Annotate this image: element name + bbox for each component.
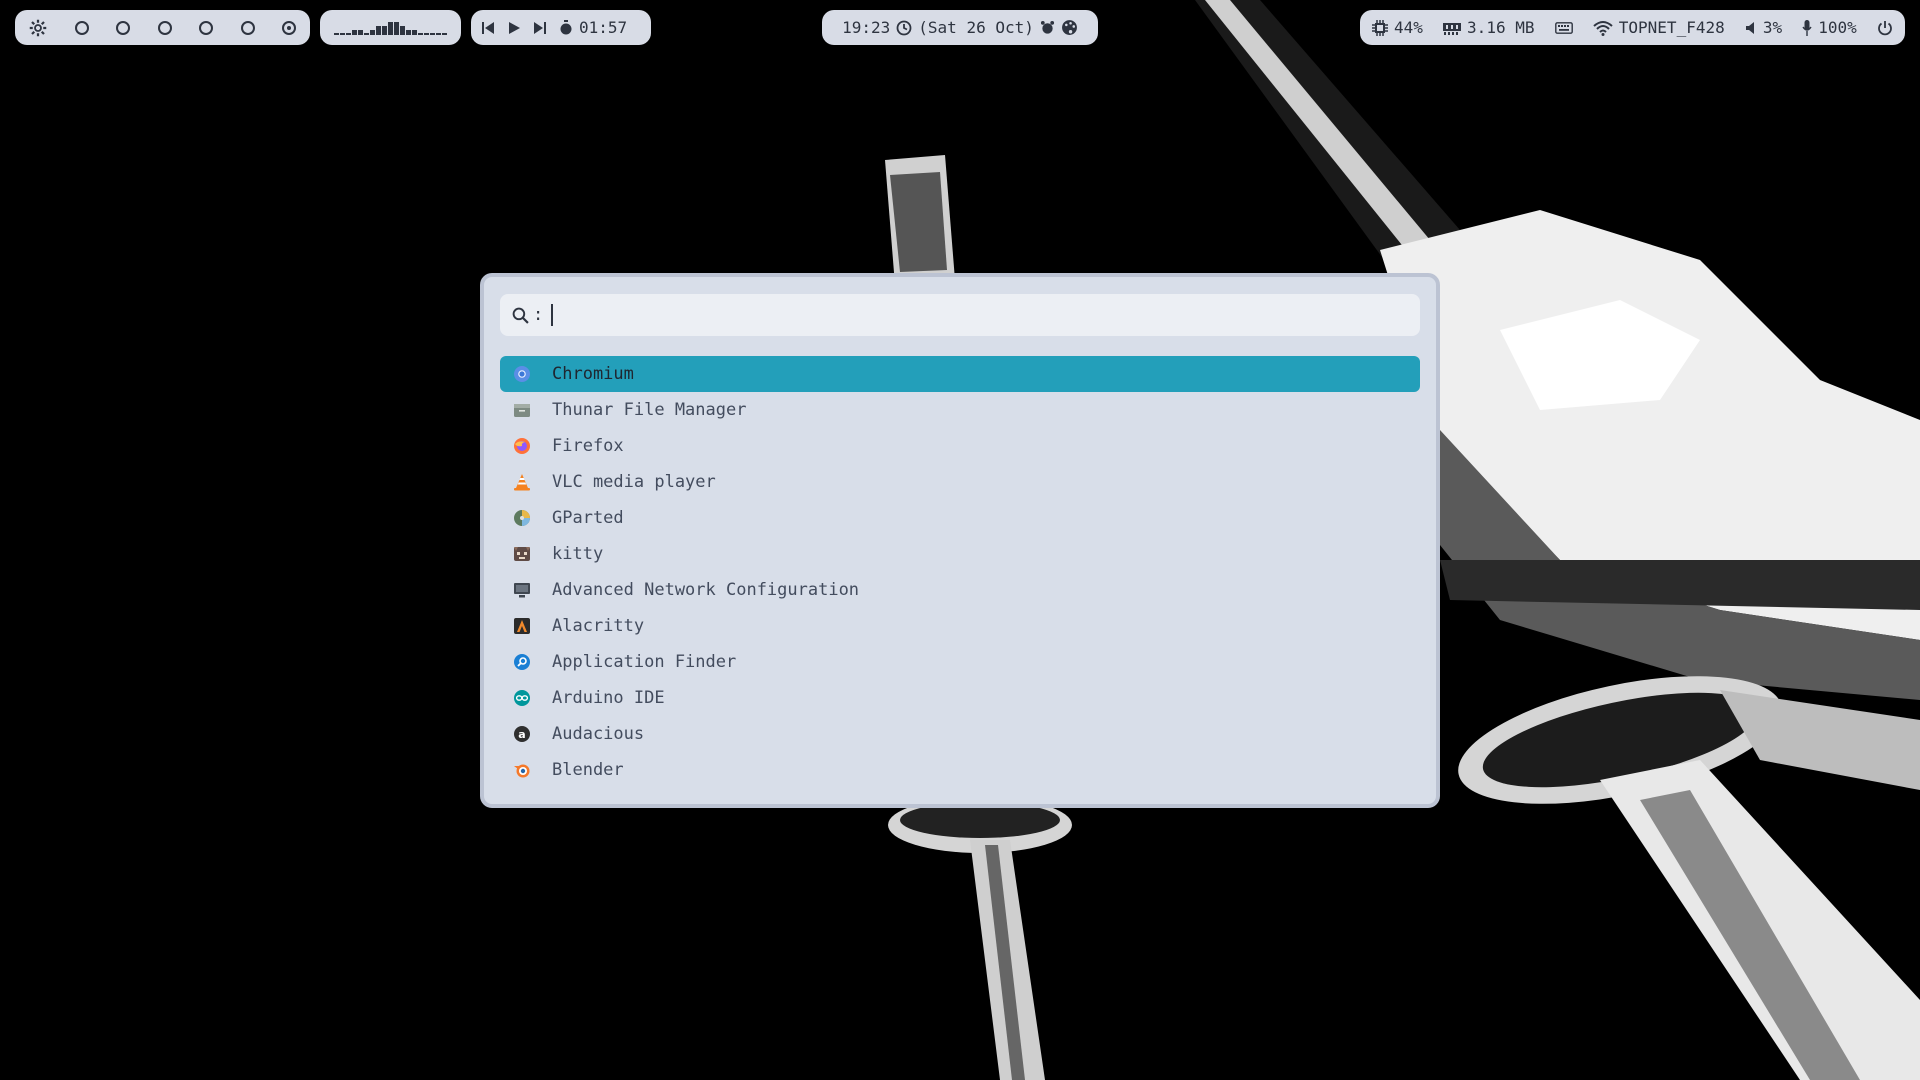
settings-gear-icon[interactable]	[29, 19, 47, 37]
gparted-icon	[512, 508, 532, 528]
desktop: 01:57 19:23 (Sat 26 Oct) 44% 3.16 MB TOP…	[0, 0, 1920, 1080]
mic-value: 100%	[1818, 18, 1857, 37]
workspace-5-button[interactable]	[240, 20, 255, 35]
memory-usage[interactable]: 3.16 MB	[1443, 18, 1534, 37]
search-icon	[512, 307, 529, 324]
app-item-gparted[interactable]: GParted	[500, 500, 1420, 536]
mic-status[interactable]: 100%	[1802, 18, 1857, 37]
app-item-firefox[interactable]: Firefox	[500, 428, 1420, 464]
alarm-clock-icon[interactable]	[1040, 20, 1055, 35]
audio-visualizer	[320, 10, 461, 45]
microphone-icon	[1802, 19, 1812, 36]
timer-value: 01:57	[579, 18, 628, 37]
app-item-label: Application Finder	[552, 652, 737, 672]
clock-widget: 19:23 (Sat 26 Oct)	[822, 10, 1098, 45]
app-finder-icon	[512, 652, 532, 672]
wifi-ssid: TOPNET_F428	[1618, 18, 1725, 37]
speaker-icon	[1745, 21, 1757, 35]
app-list: Chromium Thunar File Manager Firefox VLC…	[500, 356, 1420, 788]
cpu-icon	[1372, 19, 1388, 36]
volume-value: 3%	[1762, 18, 1783, 37]
visualizer-bars	[334, 21, 447, 35]
power-icon[interactable]	[1877, 20, 1893, 36]
play-icon[interactable]	[507, 21, 521, 35]
clock-date[interactable]: (Sat 26 Oct)	[918, 18, 1034, 37]
previous-track-icon[interactable]	[481, 21, 495, 35]
workspace-3-button[interactable]	[157, 20, 172, 35]
app-item-arduino[interactable]: Arduino IDE	[500, 680, 1420, 716]
workspace-1-button[interactable]	[74, 20, 89, 35]
wifi-status[interactable]: TOPNET_F428	[1593, 18, 1725, 37]
search-prefix: :	[533, 305, 544, 325]
palette-icon[interactable]	[1061, 19, 1078, 36]
vlc-icon	[512, 472, 532, 492]
app-item-chromium[interactable]: Chromium	[500, 356, 1420, 392]
app-item-blender[interactable]: Blender	[500, 752, 1420, 788]
app-item-label: GParted	[552, 508, 624, 528]
chromium-icon	[512, 364, 532, 384]
media-controls: 01:57	[471, 10, 651, 45]
app-item-label: VLC media player	[552, 472, 716, 492]
keyboard-icon[interactable]	[1554, 21, 1573, 34]
app-item-label: Blender	[552, 760, 624, 780]
svg-text:a: a	[518, 728, 525, 741]
volume-status[interactable]: 3%	[1745, 18, 1782, 37]
cpu-usage[interactable]: 44%	[1372, 18, 1423, 37]
app-item-label: Alacritty	[552, 616, 645, 636]
app-item-alacritty[interactable]: Alacritty	[500, 608, 1420, 644]
app-item-application-finder[interactable]: Application Finder	[500, 644, 1420, 680]
memory-value: 3.16 MB	[1467, 18, 1535, 37]
memory-icon	[1443, 21, 1462, 35]
clock-time[interactable]: 19:23	[842, 18, 890, 37]
cpu-value: 44%	[1394, 18, 1423, 37]
app-item-label: Arduino IDE	[552, 688, 665, 708]
text-cursor	[551, 304, 554, 326]
firefox-icon	[512, 436, 532, 456]
blender-icon	[512, 760, 532, 780]
alacritty-icon	[512, 616, 532, 636]
arduino-icon	[512, 688, 532, 708]
app-launcher: : Chromium Thunar File Manager Firefox V…	[480, 273, 1440, 808]
app-item-network-config[interactable]: Advanced Network Configuration	[500, 572, 1420, 608]
app-item-label: Audacious	[552, 724, 645, 744]
network-icon	[512, 580, 532, 600]
kitty-icon	[512, 544, 532, 564]
audacious-icon: a	[512, 724, 532, 744]
app-item-vlc[interactable]: VLC media player	[500, 464, 1420, 500]
next-track-icon[interactable]	[533, 21, 547, 35]
app-item-audacious[interactable]: a Audacious	[500, 716, 1420, 752]
stopwatch-icon	[559, 20, 573, 35]
workspace-6-button-active[interactable]	[282, 20, 296, 35]
search-field[interactable]: :	[500, 294, 1420, 336]
clock-icon	[896, 20, 912, 36]
app-item-label: Thunar File Manager	[552, 400, 747, 420]
app-item-label: Chromium	[552, 364, 634, 384]
app-item-label: Advanced Network Configuration	[552, 580, 860, 600]
app-item-label: Firefox	[552, 436, 624, 456]
workspace-4-button[interactable]	[199, 20, 213, 35]
wifi-icon	[1593, 20, 1613, 36]
workspace-2-button[interactable]	[116, 20, 130, 35]
file-manager-icon	[512, 400, 532, 420]
app-item-thunar[interactable]: Thunar File Manager	[500, 392, 1420, 428]
system-status-bar: 44% 3.16 MB TOPNET_F428 3% 100%	[1360, 10, 1905, 45]
app-item-label: kitty	[552, 544, 604, 564]
app-item-kitty[interactable]: kitty	[500, 536, 1420, 572]
timer[interactable]: 01:57	[559, 18, 627, 37]
workspace-bar	[15, 10, 310, 45]
